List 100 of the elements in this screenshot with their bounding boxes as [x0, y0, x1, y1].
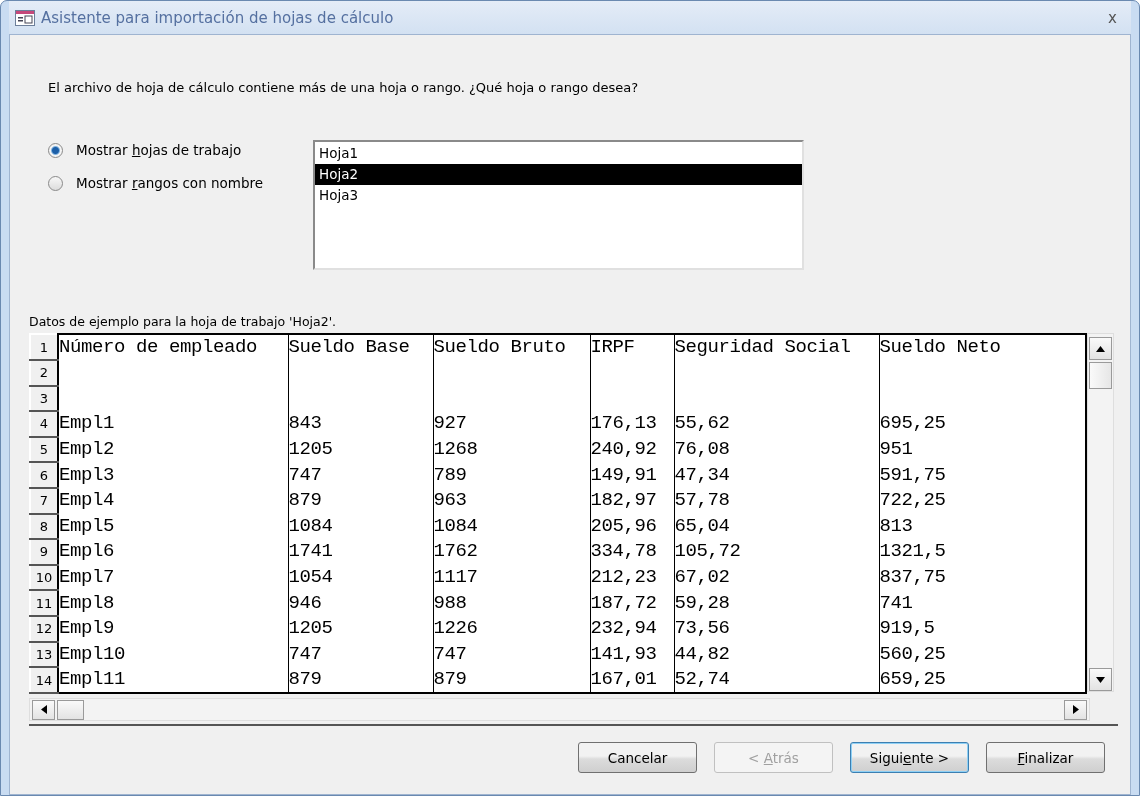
table-cell: Empl1	[58, 411, 288, 437]
table-cell: Sueldo Base	[288, 334, 433, 360]
table-cell: 187,72	[590, 590, 674, 616]
table-cell: 946	[288, 590, 433, 616]
close-button[interactable]: x	[1100, 8, 1125, 27]
table-cell: 52,74	[674, 667, 879, 694]
table-cell: 1084	[288, 513, 433, 540]
table-cell: Número de empleado	[58, 334, 288, 360]
form-icon	[15, 9, 35, 26]
table-cell: 1205	[288, 615, 433, 642]
row-number: 1	[30, 334, 58, 360]
dialog-button[interactable]: Cancelar	[578, 742, 697, 774]
table-cell: 1117	[433, 564, 590, 591]
table-cell: Empl4	[58, 487, 288, 514]
up-arrow-icon	[1096, 345, 1106, 352]
table-cell: Empl10	[58, 641, 288, 668]
dialog-button[interactable]: Finalizar	[986, 742, 1105, 774]
table-cell: 167,01	[590, 667, 674, 694]
table-cell: 988	[433, 590, 590, 616]
scroll-up-button[interactable]	[1089, 337, 1113, 360]
table-cell: 837,75	[879, 564, 1087, 591]
table-cell: 560,25	[879, 641, 1087, 668]
down-arrow-icon	[1096, 676, 1106, 683]
row-number: 2	[30, 360, 58, 386]
scroll-thumb[interactable]	[1089, 362, 1113, 389]
radio-label: Mostrar hojas de trabajo	[76, 142, 242, 158]
table-cell: Sueldo Neto	[879, 334, 1087, 360]
prompt-text: El archivo de hoja de cálculo contiene más de una hoja o rango. ¿Qué hoja o rango desea?	[48, 80, 640, 95]
table-cell: 73,56	[674, 615, 879, 642]
table-cell: Seguridad Social	[674, 334, 879, 360]
table-cell: 212,23	[590, 564, 674, 591]
table-cell: 59,28	[674, 590, 879, 616]
dialog-button[interactable]: Siguiente >	[850, 742, 969, 774]
table-cell: 879	[433, 667, 590, 694]
table-cell: 879	[288, 487, 433, 514]
table-cell: 722,25	[879, 487, 1087, 514]
table-cell: 919,5	[879, 615, 1087, 642]
table-cell: 591,75	[879, 462, 1087, 488]
table-cell: 927	[433, 411, 590, 437]
table-cell: 813	[879, 513, 1087, 540]
table-cell: 1268	[433, 436, 590, 463]
table-cell: 1226	[433, 615, 590, 642]
table-cell: 334,78	[590, 539, 674, 565]
sample-caption: Datos de ejemplo para la hoja de trabajo 'Hoja2'.	[29, 314, 338, 329]
table-cell: Empl8	[58, 590, 288, 616]
scroll-down-button[interactable]	[1089, 668, 1113, 691]
radio-option[interactable]: Mostrar rangos con nombre	[48, 175, 313, 191]
table-cell: Empl7	[58, 564, 288, 591]
row-number: 10	[30, 564, 58, 591]
table-cell: Sueldo Bruto	[433, 334, 590, 360]
table-cell: 963	[433, 487, 590, 514]
row-number: 12	[30, 615, 58, 642]
table-cell: 951	[879, 436, 1087, 463]
table-cell: IRPF	[590, 334, 674, 360]
scroll-right-button[interactable]	[1064, 699, 1087, 720]
table-cell: 1054	[288, 564, 433, 591]
table-cell: 1205	[288, 436, 433, 463]
horizontal-scrollbar[interactable]	[29, 698, 1090, 722]
table-cell: 659,25	[879, 667, 1087, 694]
table-cell: 182,97	[590, 487, 674, 514]
vertical-scrollbar[interactable]	[1087, 333, 1114, 692]
row-number: 5	[30, 436, 58, 463]
row-number: 14	[30, 667, 58, 694]
table-cell: 65,04	[674, 513, 879, 540]
table-cell: 76,08	[674, 436, 879, 463]
row-number: 7	[30, 487, 58, 514]
radio-option[interactable]: Mostrar hojas de trabajo	[48, 142, 313, 158]
table-cell: Empl11	[58, 667, 288, 694]
left-arrow-icon	[40, 705, 47, 715]
window-title: Asistente para importación de hojas de cálculo	[41, 8, 395, 27]
right-arrow-icon	[1072, 705, 1079, 715]
table-cell: Empl6	[58, 539, 288, 565]
row-number: 3	[30, 385, 58, 412]
row-number: 8	[30, 513, 58, 540]
table-cell: 1741	[288, 539, 433, 565]
table-cell: 240,92	[590, 436, 674, 463]
table-cell: 44,82	[674, 641, 879, 668]
table-cell: Empl5	[58, 513, 288, 540]
row-number: 6	[30, 462, 58, 488]
row-number: 9	[30, 539, 58, 565]
table-cell: 879	[288, 667, 433, 694]
scroll-left-button[interactable]	[32, 699, 55, 720]
table-cell: 57,78	[674, 487, 879, 514]
table-cell: Empl9	[58, 615, 288, 642]
table-cell: Empl2	[58, 436, 288, 463]
row-number: 13	[30, 641, 58, 668]
table-cell: 741	[879, 590, 1087, 616]
table-cell: 1321,5	[879, 539, 1087, 565]
table-cell: 47,34	[674, 462, 879, 488]
table-cell: 695,25	[879, 411, 1087, 437]
table-cell: 55,62	[674, 411, 879, 437]
scroll-thumb[interactable]	[57, 699, 84, 720]
row-number: 4	[30, 411, 58, 437]
table-cell: 747	[288, 641, 433, 668]
table-cell: Empl3	[58, 462, 288, 488]
row-number: 11	[30, 590, 58, 616]
table-cell: 205,96	[590, 513, 674, 540]
table-cell: 176,13	[590, 411, 674, 437]
sheet-list-item[interactable]: Hoja2	[315, 164, 802, 185]
table-cell: 149,91	[590, 462, 674, 488]
